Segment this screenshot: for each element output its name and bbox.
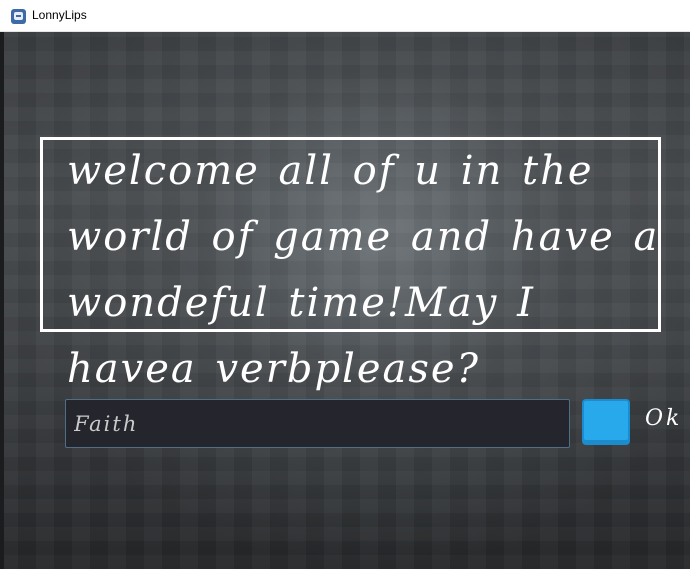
window-title: LonnyLips — [32, 8, 87, 22]
ok-button[interactable] — [582, 399, 630, 445]
story-text: welcome all of u in the world of game an… — [67, 148, 660, 392]
window-left-edge — [0, 32, 4, 569]
app-icon — [11, 9, 26, 24]
app-window: LonnyLips welcome all of u in the world … — [0, 0, 690, 569]
ok-label: Ok — [645, 406, 683, 431]
title-bar[interactable]: LonnyLips — [0, 0, 690, 32]
word-input[interactable] — [65, 399, 570, 448]
